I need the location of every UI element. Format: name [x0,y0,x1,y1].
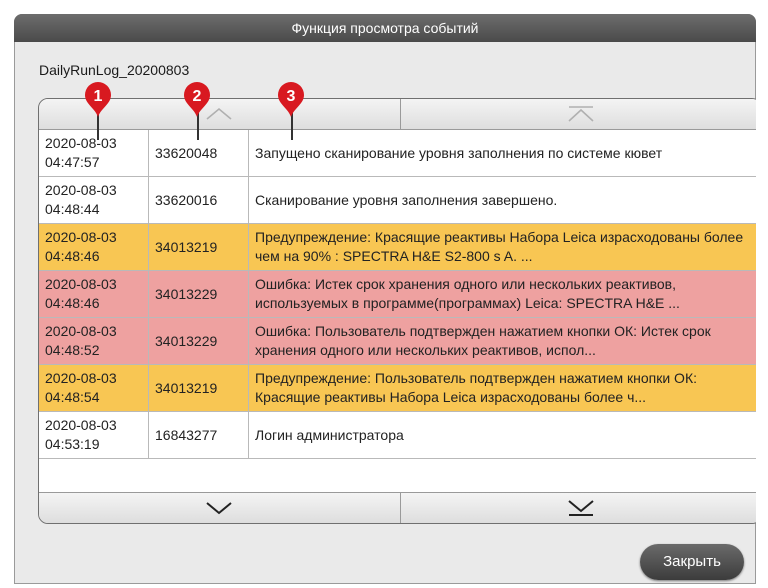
scroll-top-bar [39,99,756,130]
table-row[interactable]: 2020-08-03 04:53:19 16843277 Логин админис… [39,412,756,459]
event-timestamp: 2020-08-03 04:48:54 [39,365,149,411]
table-row[interactable]: 2020-08-03 04:48:52 34013229 Ошибка: Польз… [39,318,756,365]
event-code: 34013229 [149,271,249,317]
event-message: Сканирование уровня заполнения завершено… [255,191,558,208]
table-row[interactable]: 2020-08-03 04:48:44 33620016 Сканирование … [39,177,756,224]
marker-1-label: 1 [94,88,103,105]
scroll-to-top-button[interactable] [399,99,756,129]
table-row[interactable]: 2020-08-03 04:48:54 34013219 Предупреждени… [39,365,756,412]
event-timestamp: 2020-08-03 04:48:46 [39,224,149,270]
event-timestamp: 2020-08-03 04:47:57 [39,130,149,176]
event-code: 16843277 [149,412,249,458]
event-code: 34013229 [149,318,249,364]
scroll-to-bottom-icon [568,500,594,516]
event-log-panel: 2020-08-03 04:47:57 33620048 Запущено скан… [38,98,756,524]
chevron-down-icon [206,502,232,515]
marker-3-label: 3 [287,88,296,105]
callout-marker-1: 1 [85,82,111,117]
event-message: Предупреждение: Пользователь подтвержден… [255,370,697,405]
event-message: Предупреждение: Красящие реактивы Набора… [255,229,744,264]
event-code: 33620016 [149,177,249,223]
event-message: Запущено сканирование уровня заполнения … [255,144,663,161]
event-timestamp: 2020-08-03 04:48:44 [39,177,149,223]
table-row[interactable]: 2020-08-03 04:48:46 34013229 Ошибка: Истек… [39,271,756,318]
event-viewer-dialog: Функция просмотра событий DailyRunLog_20… [14,14,756,584]
event-message: Ошибка: Пользователь подтвержден нажатие… [255,323,711,358]
event-table[interactable]: 2020-08-03 04:47:57 33620048 Запущено скан… [39,130,756,492]
callout-marker-3: 3 [278,82,304,117]
event-code: 34013219 [149,224,249,270]
table-row[interactable]: 2020-08-03 04:48:46 34013219 Предупреждени… [39,224,756,271]
scroll-to-top-icon [568,106,594,122]
event-message: Ошибка: Истек срок хранения одного или н… [255,276,680,311]
callout-marker-2: 2 [184,82,210,117]
event-code: 34013219 [149,365,249,411]
event-timestamp: 2020-08-03 04:48:52 [39,318,149,364]
scroll-bottom-bar [39,492,756,523]
scroll-to-bottom-button[interactable] [399,493,756,523]
log-filename: DailyRunLog_20200803 [39,62,190,78]
marker-2-label: 2 [193,88,202,105]
scroll-down-button[interactable] [39,493,400,523]
close-button[interactable]: Закрыть [640,544,744,580]
event-timestamp: 2020-08-03 04:53:19 [39,412,149,458]
event-message: Логин администратора [255,426,404,443]
table-row[interactable]: 2020-08-03 04:47:57 33620048 Запущено скан… [39,130,756,177]
event-code: 33620048 [149,130,249,176]
dialog-title: Функция просмотра событий [14,14,756,42]
event-timestamp: 2020-08-03 04:48:46 [39,271,149,317]
